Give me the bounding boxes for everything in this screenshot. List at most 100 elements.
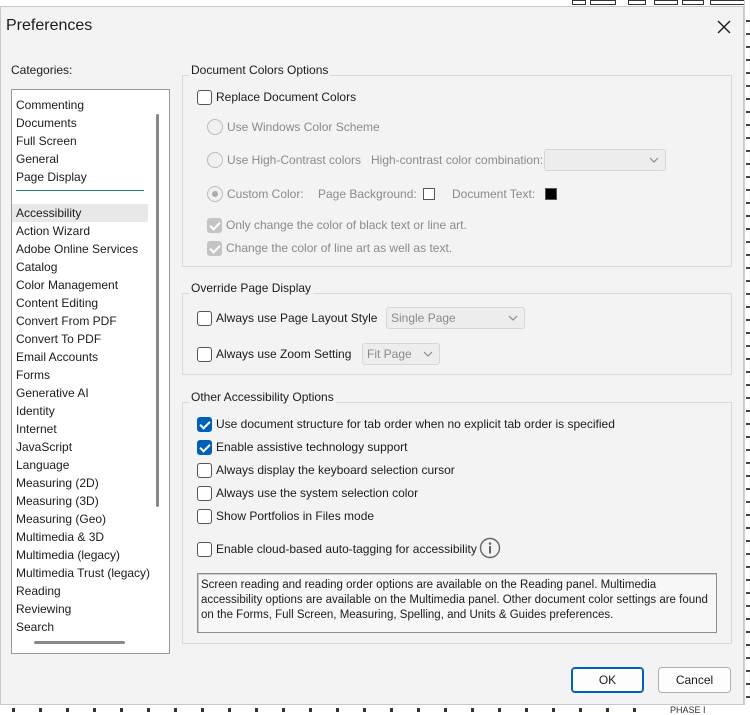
accessibility-option-checkbox[interactable] <box>197 439 212 455</box>
category-item[interactable]: Identity <box>12 402 148 420</box>
category-item[interactable]: Measuring (Geo) <box>12 510 148 528</box>
accessibility-option-checkbox[interactable] <box>197 462 212 478</box>
category-item[interactable]: Adobe Online Services <box>12 240 148 258</box>
category-item[interactable]: Forms <box>12 366 148 384</box>
category-item[interactable]: Full Screen <box>12 132 148 150</box>
category-item[interactable]: Content Editing <box>12 294 148 312</box>
background-tick <box>746 540 750 542</box>
only-black-option[interactable]: Only change the color of black text or l… <box>207 216 467 234</box>
document-text-swatch[interactable] <box>545 188 557 200</box>
background-tick <box>746 59 750 61</box>
page-layout-label: Always use Page Layout Style <box>216 311 378 325</box>
zoom-setting-option[interactable]: Always use Zoom Setting <box>197 345 351 363</box>
only-black-checkbox[interactable] <box>207 217 222 233</box>
background-tick <box>746 150 750 152</box>
category-item[interactable]: Internet <box>12 420 148 438</box>
category-item[interactable]: Convert To PDF <box>12 330 148 348</box>
background-tick <box>746 579 750 581</box>
accessibility-option[interactable]: Use document structure for tab order whe… <box>197 415 615 433</box>
custom-color-label: Custom Color: <box>227 187 304 201</box>
category-item[interactable]: Convert From PDF <box>12 312 148 330</box>
cloud-tagging-label: Enable cloud-based auto-tagging for acce… <box>216 542 477 556</box>
background-tick <box>746 33 750 35</box>
cloud-tagging-checkbox[interactable] <box>197 541 212 557</box>
background-tick <box>746 202 750 204</box>
accessibility-option[interactable]: Always use the system selection color <box>197 484 418 502</box>
cloud-tagging-option[interactable]: Enable cloud-based auto-tagging for acce… <box>197 540 477 558</box>
accessibility-option-checkbox[interactable] <box>197 485 212 501</box>
category-item[interactable]: Measuring (3D) <box>12 492 148 510</box>
category-item[interactable]: Search <box>12 618 148 636</box>
vertical-scrollbar[interactable] <box>156 114 159 507</box>
category-item[interactable]: General <box>12 150 148 168</box>
background-tick <box>746 566 750 568</box>
category-item[interactable]: Action Wizard <box>12 222 148 240</box>
background-tick <box>746 449 750 451</box>
category-item[interactable]: Language <box>12 456 148 474</box>
page-layout-checkbox[interactable] <box>197 310 212 326</box>
custom-color-option[interactable]: Custom Color: <box>207 185 304 203</box>
replace-colors-option[interactable]: Replace Document Colors <box>197 88 356 106</box>
background-tick <box>746 20 750 22</box>
ok-button[interactable]: OK <box>571 667 644 693</box>
category-item[interactable]: Generative AI <box>12 384 148 402</box>
windows-scheme-radio[interactable] <box>207 119 223 135</box>
background-tick <box>606 708 609 712</box>
document-colors-title: Document Colors Options <box>189 63 331 77</box>
category-item[interactable]: Measuring (2D) <box>12 474 148 492</box>
category-item[interactable]: Accessibility <box>12 204 148 222</box>
category-item[interactable]: Multimedia (legacy) <box>12 546 148 564</box>
category-item[interactable]: Color Management <box>12 276 148 294</box>
category-item[interactable]: Multimedia & 3D <box>12 528 148 546</box>
accessibility-option-label: Use document structure for tab order whe… <box>216 417 615 431</box>
accessibility-option[interactable]: Always display the keyboard selection cu… <box>197 461 455 479</box>
accessibility-option[interactable]: Enable assistive technology support <box>197 438 407 456</box>
category-item[interactable]: Reviewing <box>12 600 148 618</box>
zoom-setting-dropdown[interactable]: Fit Page <box>362 343 440 365</box>
accessibility-option-checkbox[interactable] <box>197 416 212 432</box>
windows-scheme-option[interactable]: Use Windows Color Scheme <box>207 118 380 136</box>
line-art-option[interactable]: Change the color of line art as well as … <box>207 239 452 257</box>
info-text-box: Screen reading and reading order options… <box>197 573 717 633</box>
high-contrast-option[interactable]: Use High-Contrast colors <box>207 151 361 169</box>
high-contrast-label: Use High-Contrast colors <box>227 153 362 167</box>
category-item[interactable]: Reading <box>12 582 148 600</box>
background-tick <box>363 708 366 712</box>
custom-color-radio[interactable] <box>207 186 223 202</box>
background-tick <box>746 527 750 529</box>
background-tick <box>746 215 750 217</box>
zoom-setting-checkbox[interactable] <box>197 346 212 362</box>
high-contrast-combo-dropdown[interactable] <box>544 149 666 171</box>
categories-separator <box>16 190 144 191</box>
page-layout-option[interactable]: Always use Page Layout Style <box>197 309 377 327</box>
line-art-checkbox[interactable] <box>207 240 222 256</box>
page-layout-dropdown[interactable]: Single Page <box>386 307 525 329</box>
background-tick <box>746 683 750 685</box>
accessibility-option[interactable]: Show Portfolios in Files mode <box>197 507 374 525</box>
category-item[interactable]: Email Accounts <box>12 348 148 366</box>
background-tick <box>746 605 750 607</box>
category-item[interactable]: Documents <box>12 114 148 132</box>
background-tick <box>525 708 528 712</box>
cancel-button[interactable]: Cancel <box>658 667 731 693</box>
background-tick <box>390 708 393 712</box>
category-item[interactable]: Catalog <box>12 258 148 276</box>
categories-list[interactable]: Commenting Documents Full Screen General Pag… <box>11 89 170 654</box>
replace-colors-checkbox[interactable] <box>197 89 212 105</box>
category-item[interactable]: Multimedia Trust (legacy) <box>12 564 150 582</box>
background-tick <box>746 423 750 425</box>
background-tick <box>552 708 555 712</box>
category-item[interactable]: Commenting <box>12 96 148 114</box>
accessibility-option-checkbox[interactable] <box>197 508 212 524</box>
background-tick <box>746 72 750 74</box>
background-tick <box>746 592 750 594</box>
page-background-swatch[interactable] <box>423 188 435 200</box>
category-item[interactable]: JavaScript <box>12 438 148 456</box>
category-item[interactable]: Page Display <box>12 168 148 186</box>
background-tick <box>746 137 750 139</box>
background-document-bottom: PHASE I <box>0 705 750 715</box>
close-icon[interactable] <box>713 16 735 38</box>
high-contrast-radio[interactable] <box>207 152 223 168</box>
info-icon[interactable] <box>479 537 501 559</box>
horizontal-scrollbar[interactable] <box>34 641 125 644</box>
